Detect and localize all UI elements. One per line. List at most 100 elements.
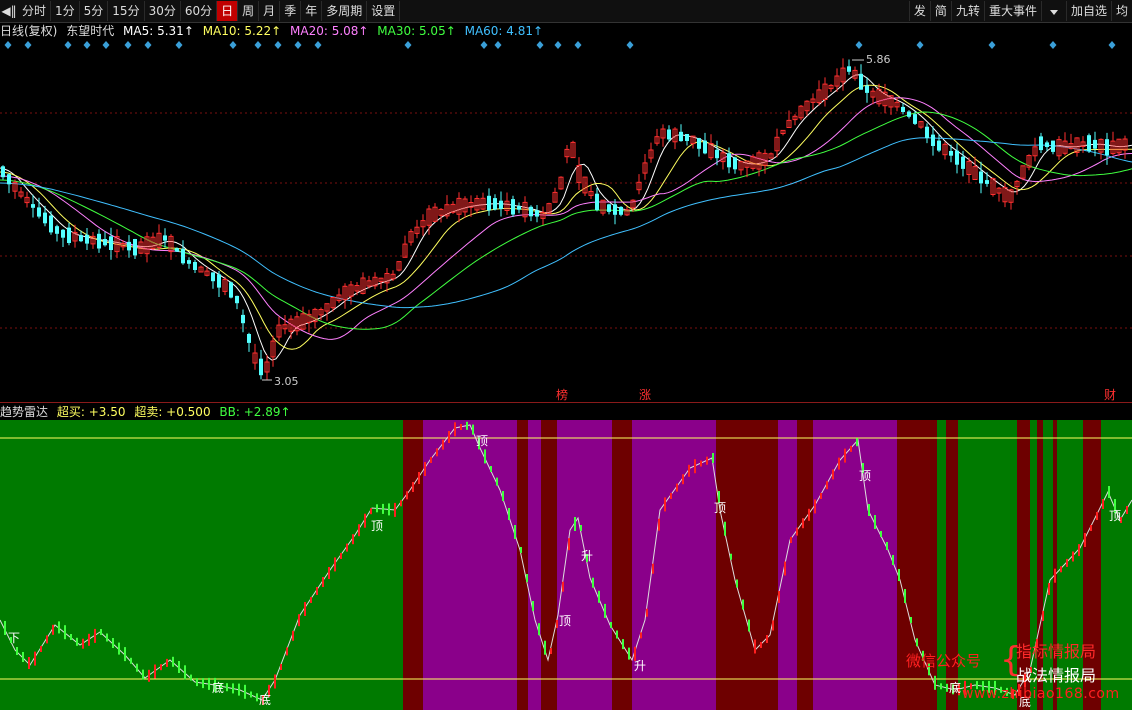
jian-button[interactable]: 简 xyxy=(929,1,951,21)
watermark-title-2: 战法情报局 xyxy=(1016,666,1097,685)
period-tab[interactable]: 15分 xyxy=(108,1,145,21)
average-button[interactable]: 均 xyxy=(1110,1,1132,21)
indicator-bar xyxy=(466,421,468,430)
bb-label: BB: +2.89↑ xyxy=(219,405,291,419)
indicator-bar xyxy=(598,590,600,603)
candle-body xyxy=(925,126,929,138)
period-tab[interactable]: 日 xyxy=(217,1,239,21)
indicator-bar xyxy=(538,623,540,636)
candle-body xyxy=(79,235,83,242)
candle-body xyxy=(985,180,989,184)
signal-band xyxy=(517,420,528,710)
period-tab[interactable]: 5分 xyxy=(80,1,109,21)
indicator-bar xyxy=(1048,583,1050,595)
signal-band xyxy=(528,420,541,710)
indicator-bar xyxy=(898,569,900,581)
ma10-label: MA10: 5.22↑ xyxy=(202,24,282,38)
fa-button[interactable]: 发 xyxy=(908,1,930,21)
signal-diamond xyxy=(254,41,262,49)
indicator-bar xyxy=(340,553,342,559)
signal-diamond xyxy=(314,41,322,49)
candle-body xyxy=(901,106,905,112)
candlestick-chart[interactable]: 5.86 3.05 榜 涨 财 xyxy=(0,38,1132,402)
chevron-down-icon xyxy=(1049,10,1058,15)
indicator-bar xyxy=(346,543,348,552)
indicator-bar xyxy=(844,448,846,463)
indicator-bar xyxy=(490,466,492,472)
candle-body xyxy=(127,241,131,251)
indicator-bar xyxy=(190,674,192,681)
indicator-bar xyxy=(70,634,72,640)
candle-body xyxy=(913,114,917,124)
candle-body xyxy=(1093,139,1097,149)
add-watchlist-button[interactable]: 加自选 xyxy=(1065,1,1111,21)
jiuzhuan-button[interactable]: 九转 xyxy=(950,1,984,21)
indicator-bar xyxy=(1126,506,1128,514)
indicator-bar xyxy=(580,525,582,531)
indicator-bar xyxy=(592,577,594,588)
period-tab[interactable]: 30分 xyxy=(145,1,181,21)
indicator-bar xyxy=(124,647,126,662)
period-tab[interactable]: 分时 xyxy=(18,1,52,21)
indicator-bar xyxy=(106,633,108,642)
back-icon[interactable]: ◀‖ xyxy=(0,1,18,21)
candle-body xyxy=(181,248,185,264)
period-tab[interactable]: 月 xyxy=(259,1,281,21)
candle-body xyxy=(55,226,59,234)
signal-band xyxy=(778,420,797,710)
indicator-bar xyxy=(664,497,666,512)
period-tab[interactable]: 周 xyxy=(238,1,260,21)
indicator-bar xyxy=(100,629,102,635)
signal-diamond xyxy=(916,41,924,49)
period-tab[interactable]: 年 xyxy=(301,1,323,21)
major-events-button[interactable]: 重大事件 xyxy=(983,1,1041,21)
signal-diamond xyxy=(294,41,302,49)
indicator-bar xyxy=(418,472,420,484)
candle-body xyxy=(607,204,611,212)
indicator-bar xyxy=(730,553,732,560)
indicator-bar xyxy=(526,574,528,582)
indicator-bar xyxy=(136,663,138,672)
kline-type[interactable]: 日线(复权) xyxy=(0,24,57,38)
period-tab[interactable]: 多周期 xyxy=(322,1,368,21)
indicator-bar xyxy=(298,614,300,627)
period-tab[interactable]: 设置 xyxy=(367,1,401,21)
candle-body xyxy=(667,129,671,140)
signal-label: 底 xyxy=(212,680,224,695)
indicator-bar xyxy=(778,591,780,603)
indicator-name[interactable]: 趋势雷达 xyxy=(0,405,48,419)
candle-body xyxy=(949,151,953,156)
indicator-bar xyxy=(514,525,516,539)
candle-body xyxy=(955,150,959,165)
indicator-bar xyxy=(130,657,132,664)
period-toolbar: ◀‖ 分时 1分 5分 15分 30分 60分日周月季年多周期 设置 发 简 九转 重大事件… xyxy=(0,0,1132,23)
candle-body xyxy=(175,248,179,252)
indicator-bar xyxy=(166,658,168,667)
candle-body xyxy=(85,234,89,244)
period-tab[interactable]: 季 xyxy=(280,1,302,21)
indicator-bar xyxy=(724,521,726,536)
indicator-bar xyxy=(22,652,24,662)
candle-body xyxy=(163,235,167,241)
candle-body xyxy=(979,171,983,184)
dropdown-button[interactable] xyxy=(1040,1,1066,21)
indicator-bar xyxy=(334,557,336,572)
signal-diamond xyxy=(988,41,996,49)
indicator-bar xyxy=(244,684,246,699)
indicator-bar xyxy=(1090,525,1092,531)
candle-body xyxy=(1051,140,1055,152)
signal-diamond xyxy=(144,41,152,49)
indicator-bar xyxy=(148,669,150,682)
indicator-bar xyxy=(688,464,690,477)
period-tab[interactable]: 1分 xyxy=(51,1,80,21)
candle-body xyxy=(49,215,53,233)
candle-body xyxy=(685,134,689,141)
ma30-line xyxy=(0,111,1132,330)
overbought-label: 超买: +3.50 xyxy=(56,405,126,419)
candle-body xyxy=(493,198,497,210)
indicator-bar xyxy=(430,457,432,463)
indicator-bar xyxy=(892,555,894,565)
period-tab[interactable]: 60分 xyxy=(181,1,218,21)
indicator-bar xyxy=(394,502,396,517)
indicator-bar xyxy=(94,628,96,643)
